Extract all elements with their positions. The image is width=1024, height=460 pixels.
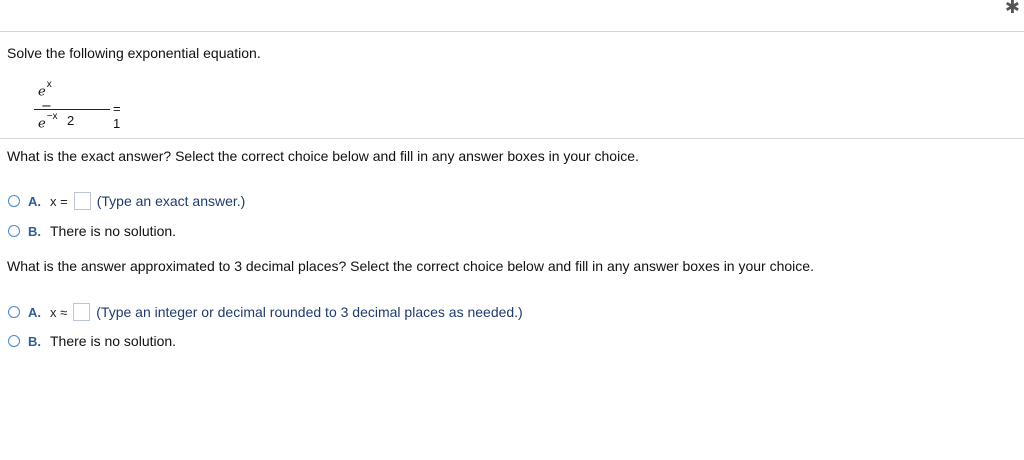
section-divider	[0, 138, 1024, 139]
choice-letter: B.	[28, 223, 41, 239]
part1-choice-b[interactable]: B. There is no solution.	[8, 222, 176, 240]
part2-answer-input[interactable]	[73, 303, 91, 321]
numerator-base-2: e	[38, 116, 46, 132]
part2-question: What is the answer approximated to 3 dec…	[7, 258, 814, 274]
part1-choice-a[interactable]: A. x = (Type an exact answer.)	[8, 192, 245, 210]
equation-numerator: ex − e−x	[38, 79, 58, 132]
choice-letter: A.	[28, 193, 41, 209]
choice-letter: B.	[28, 333, 41, 349]
equation-rhs: = 1	[113, 101, 121, 131]
part1-choice-b-radio[interactable]	[8, 225, 20, 237]
part2-choice-a[interactable]: A. x ≈ (Type an integer or decimal round…	[8, 303, 523, 321]
top-divider	[0, 31, 1024, 32]
numerator-exponent-2: −x	[46, 111, 58, 123]
choice-letter: A.	[28, 304, 41, 320]
part1-question: What is the exact answer? Select the cor…	[7, 148, 639, 164]
numerator-exponent-1: x	[46, 79, 52, 90]
part2-choice-b[interactable]: B. There is no solution.	[8, 332, 176, 350]
choice-text: There is no solution.	[50, 333, 177, 349]
problem-prompt: Solve the following exponential equation…	[7, 45, 261, 61]
choice-hint: (Type an integer or decimal rounded to 3…	[96, 304, 523, 320]
fraction-bar	[34, 109, 110, 110]
part1-answer-input[interactable]	[73, 192, 91, 210]
part2-choice-b-radio[interactable]	[8, 335, 20, 347]
numerator-base-1: e	[38, 84, 46, 100]
choice-text: There is no solution.	[50, 223, 177, 239]
part1-choice-a-radio[interactable]	[8, 195, 20, 207]
choice-lhs: x =	[50, 193, 68, 209]
choice-lhs: x ≈	[50, 304, 68, 320]
part2-choice-a-radio[interactable]	[8, 306, 20, 318]
gear-icon[interactable]: ✱	[1005, 0, 1020, 16]
choice-hint: (Type an exact answer.)	[96, 193, 246, 209]
equation-denominator: 2	[67, 113, 75, 128]
